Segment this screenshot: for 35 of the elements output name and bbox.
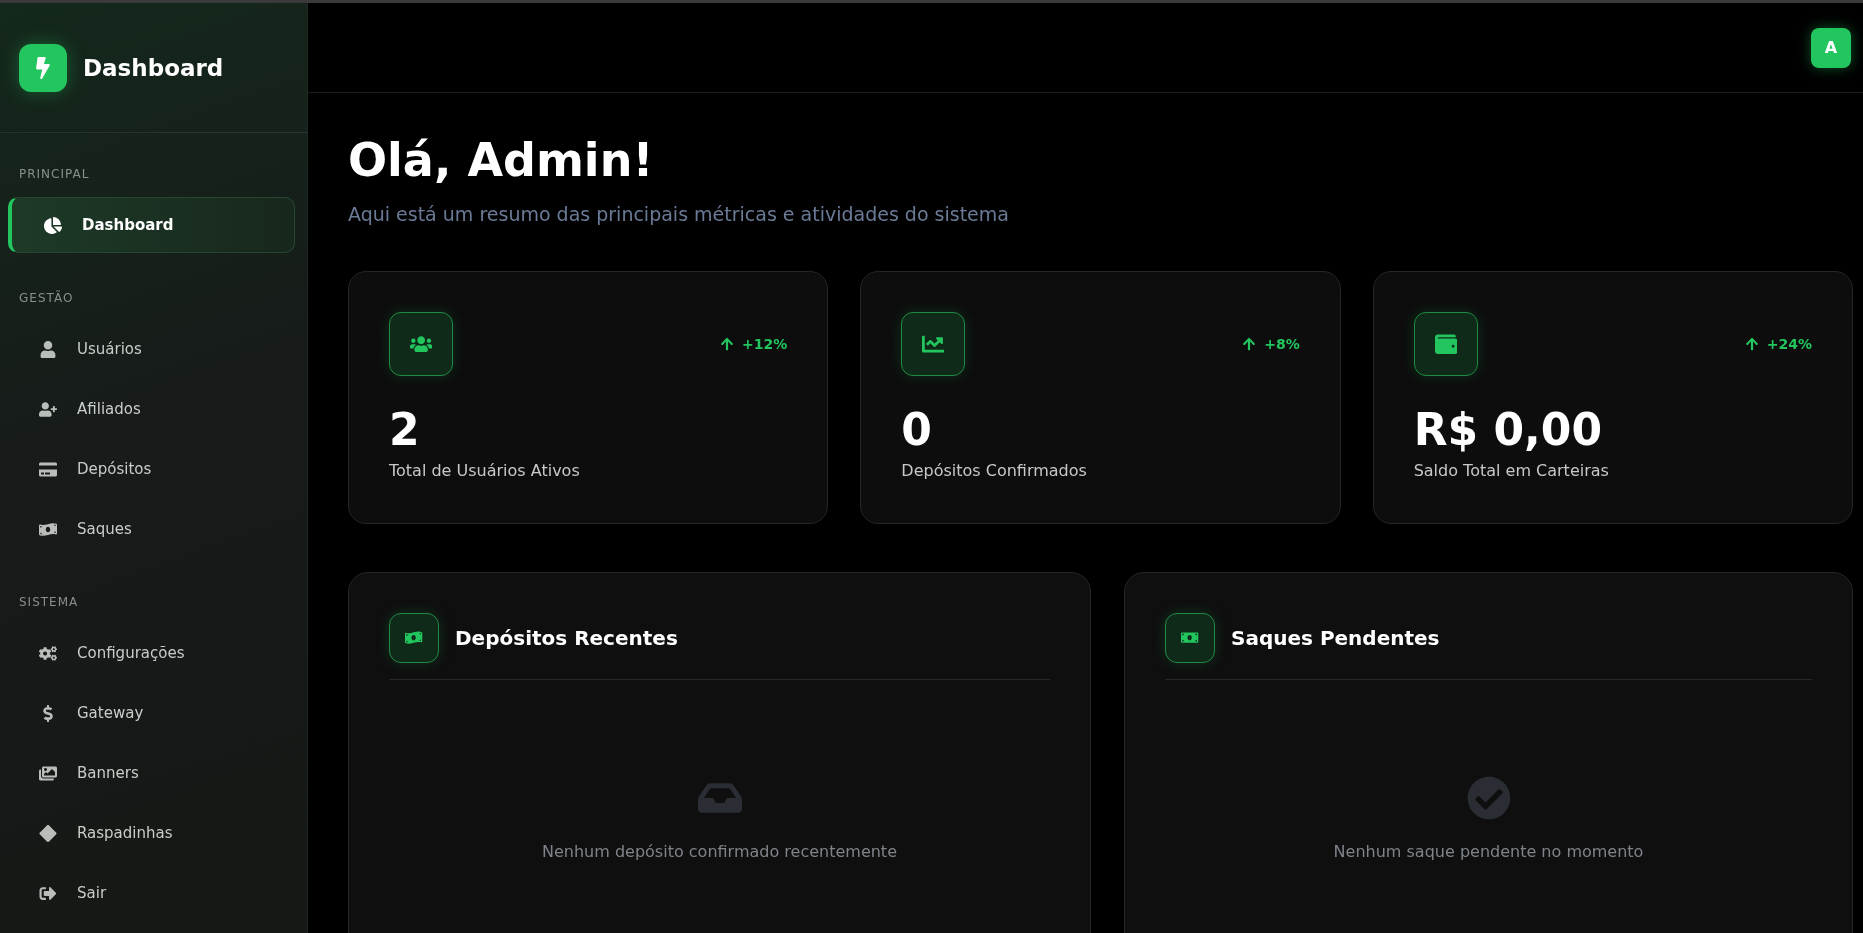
sidebar-item[interactable]: Saques (8, 501, 295, 557)
stat-label: Saldo Total em Carteiras (1413, 461, 1610, 480)
sidebar-item[interactable]: Depósitos (8, 441, 295, 497)
page-subtitle: Aqui está um resumo das principais métricas e atividades do sistema (348, 203, 1010, 225)
section-label: GESTÃO (18, 289, 75, 307)
banknote-icon (1165, 613, 1215, 663)
trend-badge: +8% (1242, 336, 1300, 352)
sidebar-item[interactable]: Banners (8, 745, 295, 801)
wallet-icon (1413, 312, 1478, 376)
stat-label: Total de Usuários Ativos (389, 461, 581, 480)
trend-badge: +24% (1744, 336, 1812, 352)
panel-title: Saques Pendentes (1231, 626, 1440, 650)
sidebar-item[interactable]: Gateway (8, 685, 295, 741)
page-title: Olá, Admin! (348, 133, 655, 187)
trend-badge: +12% (720, 336, 788, 352)
empty-message: Nenhum depósito confirmado recentemente (542, 842, 897, 861)
section-label: PRINCIPAL (18, 166, 91, 183)
stat-value: 0 (901, 404, 933, 455)
stat-value: R$ 0,00 (1413, 404, 1604, 455)
sidebar-item[interactable]: Configurações (8, 625, 295, 681)
section-label: SISTEMA (18, 594, 80, 611)
sidebar-item[interactable]: Usuários (8, 321, 295, 377)
sidebar-item[interactable]: Afiliados (8, 381, 295, 437)
panel-title: Depósitos Recentes (455, 626, 678, 650)
banknote-icon (389, 613, 439, 663)
empty-message: Nenhum saque pendente no momento (1333, 842, 1644, 861)
brand-title: Dashboard (83, 54, 224, 81)
users-icon (389, 312, 453, 376)
bolt-logo-icon (19, 43, 67, 92)
sidebar-item[interactable]: Sair (8, 865, 295, 921)
sidebar-item[interactable]: Raspadinhas (8, 805, 295, 861)
sidebar-item[interactable]: Dashboard (8, 197, 295, 253)
chart-icon (901, 312, 966, 376)
stat-label: Depósitos Confirmados (901, 461, 1088, 480)
stat-value: 2 (389, 404, 421, 455)
